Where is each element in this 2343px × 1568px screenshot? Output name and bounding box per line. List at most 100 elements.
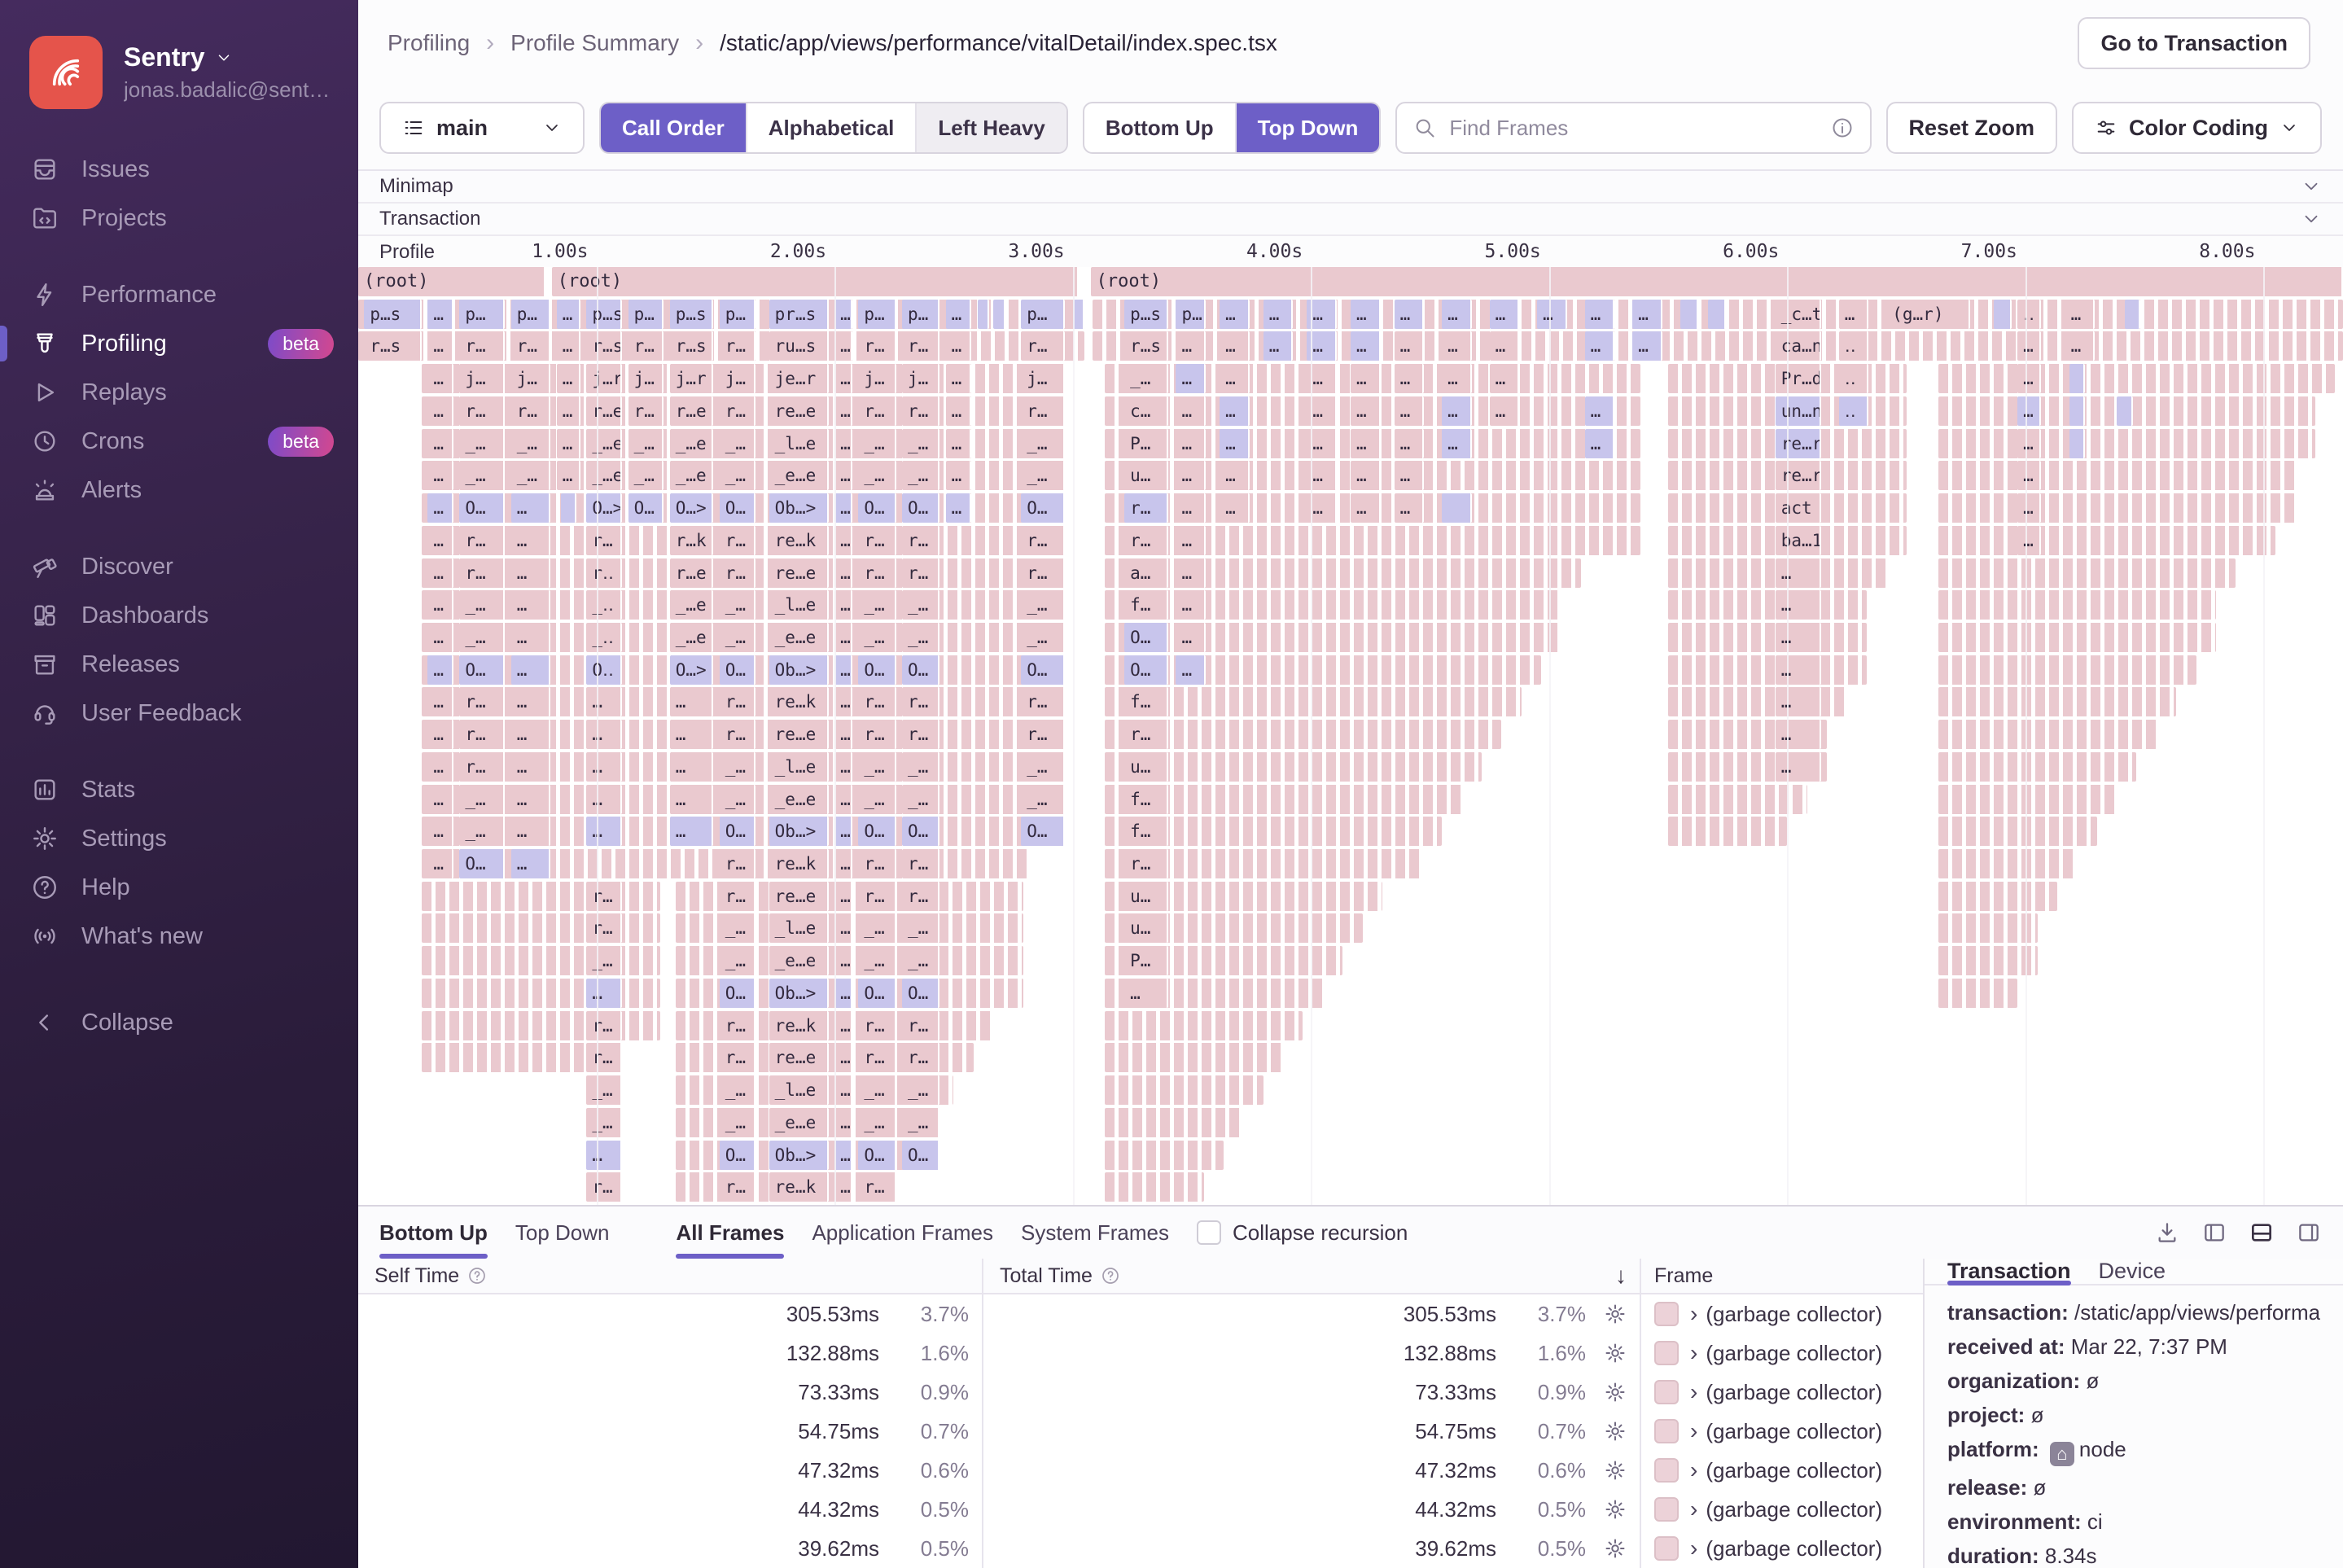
flamegraph-cell[interactable]: O… [459,655,505,685]
flamegraph-cell[interactable]: … [1776,558,1821,588]
flamegraph-cell[interactable]: _c…t [1776,300,1821,329]
expand-chevron-icon[interactable]: › [1690,1457,1697,1483]
flamegraph-cell[interactable]: r… [1124,720,1168,749]
flamegraph-cell[interactable]: O… [459,849,505,878]
flamegraph-cell[interactable]: … [834,396,852,426]
table-row[interactable]: 73.33ms0.9%73.33ms0.9%›(garbage collecto… [358,1373,1923,1412]
flamegraph-cell[interactable]: (root) [552,267,1079,296]
flamegraph-cell[interactable]: (g…r) [1886,300,1969,329]
flamegraph-cell[interactable]: … [1263,300,1294,329]
flamegraph-cell[interactable]: … [834,1141,852,1170]
flamegraph-cell[interactable]: r… [459,526,505,555]
flamegraph-cell[interactable]: … [1351,364,1381,393]
flamegraph-cell[interactable]: r… [459,720,505,749]
flamegraph-cell[interactable]: f… [1124,785,1168,814]
flamegraph-cell[interactable]: _… [902,752,939,782]
flamegraph-cell[interactable] [1680,300,1698,329]
flamegraph-cell[interactable]: r…k [670,526,714,555]
flamegraph-cell[interactable]: … [670,687,714,716]
flamegraph-cell[interactable]: O… [902,1141,939,1170]
table-row[interactable]: 44.32ms0.5%44.32ms0.5%›(garbage collecto… [358,1490,1923,1529]
flamegraph-cell[interactable]: … [1351,300,1381,329]
flamegraph-cell[interactable]: j… [628,364,664,393]
flamegraph-cell[interactable]: r… [720,558,755,588]
flamegraph-cell[interactable]: _… [858,752,896,782]
flamegraph-cell[interactable]: r… [858,558,896,588]
flamegraph-cell[interactable]: … [1442,331,1472,361]
table-row[interactable]: 54.75ms0.7%54.75ms0.7%›(garbage collecto… [358,1412,1923,1451]
flamegraph-cell[interactable]: _… [902,590,939,620]
flamegraph-cell[interactable]: … [1442,396,1472,426]
sidebar-item-replays[interactable]: Replays [0,368,358,417]
flamegraph-cell[interactable]: je…r [769,364,829,393]
expand-chevron-icon[interactable]: › [1690,1418,1697,1444]
flamegraph-cell[interactable]: … [834,461,852,490]
flamegraph-cell[interactable]: r… [720,882,755,911]
flamegraph-cell[interactable]: O… [902,655,939,685]
flamegraph-cell[interactable]: Pr…d [1776,364,1821,393]
table-row[interactable]: 47.32ms0.6%47.32ms0.6%›(garbage collecto… [358,1451,1923,1490]
table-row[interactable]: 39.62ms0.5%39.62ms0.5%›(garbage collecto… [358,1529,1923,1568]
flamegraph-filler[interactable] [1668,590,1867,620]
tab-device[interactable]: Device [2099,1259,2166,1284]
sidebar-item-performance[interactable]: Performance [0,270,358,319]
flamegraph-cell[interactable]: u… [1124,882,1168,911]
flamegraph-cell[interactable]: _… [628,429,664,458]
flamegraph-filler[interactable] [1938,687,2177,716]
flamegraph-cell[interactable]: … [834,979,852,1008]
flamegraph-cell[interactable]: … [511,493,551,523]
breadcrumb-profile-summary[interactable]: Profile Summary [510,30,679,56]
flamegraph-cell[interactable]: _… [902,1075,939,1105]
flamegraph-cell[interactable]: … [946,396,972,426]
flamegraph-cell[interactable]: O… [720,1141,755,1170]
flamegraph-cell[interactable]: r… [1021,396,1065,426]
flamegraph-filler[interactable] [1938,493,2296,523]
flamegraph-cell[interactable]: r… [720,1172,755,1202]
flamegraph-cell[interactable]: O… [902,493,939,523]
flamegraph-filler[interactable] [1105,1043,1283,1072]
flamegraph-cell[interactable]: … [1395,493,1425,523]
flamegraph-cell[interactable]: p… [511,300,551,329]
flamegraph-cell[interactable]: _… [1021,785,1065,814]
layout-right-panel-icon[interactable] [2296,1220,2322,1246]
gear-icon[interactable] [1604,1420,1627,1443]
flamegraph-cell[interactable]: Ob…> [769,817,829,846]
flamegraph-cell[interactable]: … [1839,300,1869,329]
flamegraph-cell[interactable]: … [511,817,551,846]
flamegraph-cell[interactable]: r… [902,526,939,555]
flamegraph-cell[interactable]: Ob…> [769,1141,829,1170]
flamegraph-cell[interactable]: r… [720,331,755,361]
flamegraph-filler[interactable] [1105,590,1561,620]
flamegraph-cell[interactable]: … [427,558,453,588]
flamegraph-cell[interactable]: _… [459,623,505,652]
flamegraph-cell[interactable]: j… [858,364,896,393]
flamegraph-cell[interactable]: r…e [670,396,714,426]
flamegraph-cell[interactable]: u… [1124,752,1168,782]
flamegraph-cell[interactable] [978,300,990,329]
flamegraph-cell[interactable]: … [1351,331,1381,361]
flamegraph-filler[interactable] [1668,655,1867,685]
flamegraph-cell[interactable]: r…s [670,331,714,361]
flamegraph-cell[interactable]: _… [586,946,622,975]
flamegraph-cell[interactable]: r… [586,1011,622,1040]
flamegraph-cell[interactable]: … [2017,331,2041,361]
flamegraph-cell[interactable]: (root) [358,267,545,296]
flamegraph-cell[interactable]: p…s [364,300,422,329]
flamegraph-cell[interactable]: j…r [670,364,714,393]
flamegraph-cell[interactable]: p…s [1124,300,1168,329]
flamegraph-cell[interactable] [1708,300,1726,329]
flamegraph-cell[interactable]: p…s [586,300,622,329]
flamegraph-cell[interactable]: … [557,364,580,393]
flamegraph-cell[interactable] [993,300,1005,329]
flamegraph-cell[interactable]: _… [459,590,505,620]
flamegraph-cell[interactable]: _… [586,1108,622,1137]
flamegraph-cell[interactable]: … [834,623,852,652]
table-row[interactable]: 132.88ms1.6%132.88ms1.6%›(garbage collec… [358,1334,1923,1373]
flamegraph-cell[interactable]: r… [902,882,939,911]
flamegraph-cell[interactable]: … [511,655,551,685]
flamegraph-cell[interactable]: … [427,396,453,426]
flamegraph-filler[interactable] [1938,623,2216,652]
flamegraph-cell[interactable]: … [586,752,622,782]
flamegraph-cell[interactable]: j… [720,364,755,393]
flamegraph-cell[interactable]: … [557,396,580,426]
